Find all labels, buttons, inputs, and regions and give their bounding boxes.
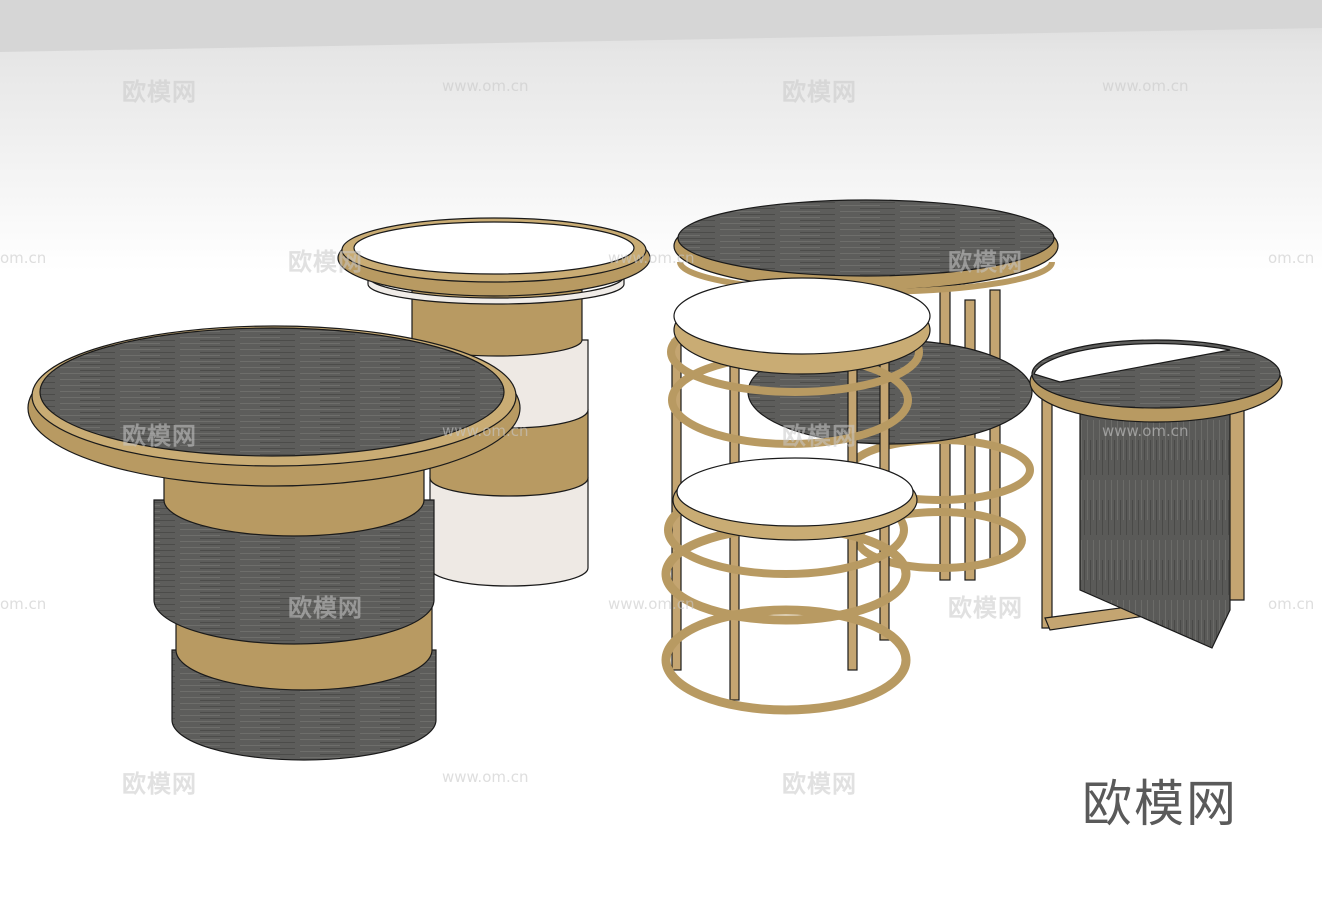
site-logo-text: 欧模网: [1082, 775, 1238, 833]
